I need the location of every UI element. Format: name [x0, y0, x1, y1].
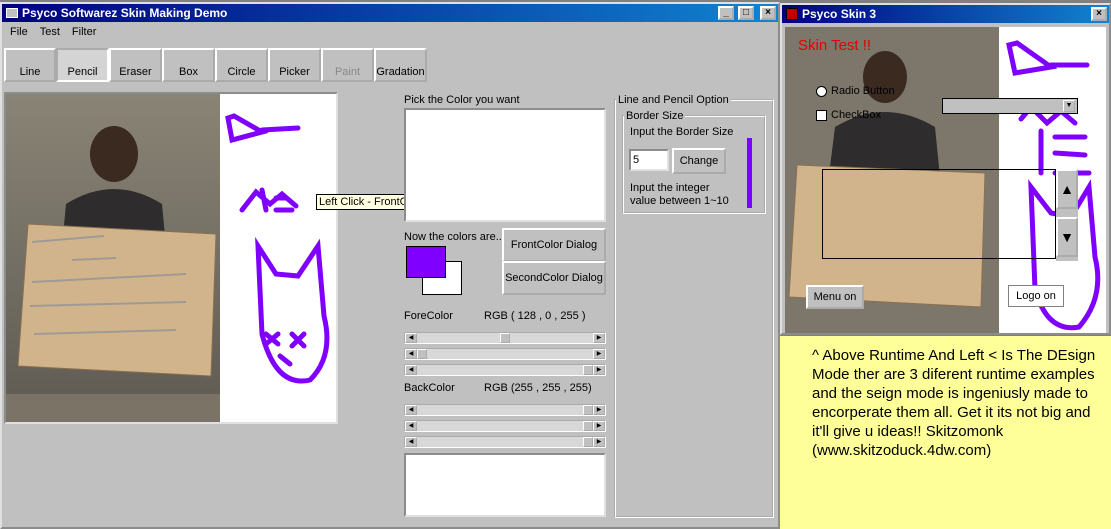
info-note-text: ^ Above Runtime And Left < Is The DEsign… [812, 347, 1096, 459]
scroll-up-button[interactable]: ▲ [1056, 169, 1078, 209]
options-title: Line and Pencil Option [618, 94, 729, 106]
radio-button[interactable]: Radio Button [816, 85, 895, 97]
fore-color-label: ForeColor [404, 310, 453, 322]
back-blue-slider[interactable]: ◀ ▶ [404, 436, 606, 448]
skin-title-bar[interactable]: Psyco Skin 3 × [782, 5, 1109, 23]
back-color-rgb: RGB (255 , 255 , 255) [484, 382, 592, 394]
tool-box[interactable]: Box [162, 48, 215, 82]
main-title-bar[interactable]: Psyco Softwarez Skin Making Demo _ □ × [2, 4, 778, 22]
fore-red-slider[interactable]: ◀ ▶ [404, 332, 606, 344]
tool-gradation[interactable]: Gradation [374, 48, 427, 82]
border-size-label: Input the Border Size [630, 126, 734, 138]
border-size-hint: Input the integer value between 1~10 [630, 182, 729, 207]
scroll-down-button[interactable]: ▼ [1056, 217, 1078, 257]
tool-line[interactable]: Line [4, 48, 56, 82]
menu-on-button[interactable]: Menu on [806, 285, 864, 309]
dropdown-arrow-icon[interactable]: ▼ [1063, 100, 1075, 112]
pick-color-label: Pick the Color you want [404, 94, 520, 106]
skin-window-title: Psyco Skin 3 [802, 7, 877, 21]
app-icon [6, 8, 18, 18]
now-colors-label: Now the colors are.. [404, 231, 502, 243]
change-button[interactable]: Change [672, 148, 726, 174]
minimize-button[interactable]: _ [718, 6, 734, 20]
checkbox-label: CheckBox [831, 109, 882, 121]
skin-app-icon [786, 8, 798, 20]
skin-close-button[interactable]: × [1091, 7, 1107, 21]
tool-bar: Line Pencil Eraser Box Circle Picker Pai… [4, 48, 427, 82]
text-area[interactable] [822, 169, 1056, 259]
front-color-dialog-button[interactable]: FrontColor Dialog [502, 228, 606, 262]
tool-eraser[interactable]: Eraser [109, 48, 162, 82]
skin-test-label: Skin Test !! [798, 37, 872, 54]
main-window-title: Psyco Softwarez Skin Making Demo [22, 6, 228, 20]
back-color-label: BackColor [404, 382, 455, 394]
maximize-button[interactable]: □ [738, 6, 754, 20]
checkbox-box-icon [816, 109, 827, 121]
color-palette[interactable] [404, 108, 606, 222]
menu-test[interactable]: Test [40, 26, 60, 38]
tool-circle[interactable]: Circle [215, 48, 268, 82]
logo-on-button[interactable]: Logo on [1008, 285, 1064, 307]
border-size-input[interactable] [629, 149, 669, 171]
menu-filter[interactable]: Filter [72, 26, 96, 38]
checkbox[interactable]: CheckBox [816, 109, 881, 121]
main-window: Psyco Softwarez Skin Making Demo _ □ × F… [0, 2, 780, 529]
border-size-title: Border Size [626, 110, 684, 122]
front-color-swatch[interactable] [406, 246, 446, 278]
info-note: ^ Above Runtime And Left < Is The DEsign… [780, 336, 1111, 529]
back-red-slider[interactable]: ◀ ▶ [404, 404, 606, 416]
second-color-dialog-button[interactable]: SecondColor Dialog [502, 261, 606, 295]
vertical-scrollbar[interactable]: ▲ ▼ [1056, 169, 1078, 261]
canvas-image [6, 94, 336, 422]
tool-pencil[interactable]: Pencil [56, 48, 109, 82]
drawing-canvas[interactable] [4, 92, 338, 424]
fore-blue-slider[interactable]: ◀ ▶ [404, 364, 606, 376]
fore-green-slider[interactable]: ◀ ▶ [404, 348, 606, 360]
fore-color-rgb: RGB ( 128 , 0 , 255 ) [484, 310, 586, 322]
radio-circle-icon [816, 85, 827, 97]
preview-box [404, 453, 606, 517]
menu-bar: File Test Filter [2, 22, 778, 40]
tool-paint: Paint [321, 48, 374, 82]
combo-box[interactable]: ▼ [942, 98, 1078, 114]
skin-window: Psyco Skin 3 × Skin Test !! Radio Button… [780, 3, 1111, 335]
radio-label: Radio Button [831, 85, 895, 97]
tool-picker[interactable]: Picker [268, 48, 321, 82]
menu-file[interactable]: File [10, 26, 28, 38]
back-green-slider[interactable]: ◀ ▶ [404, 420, 606, 432]
close-button[interactable]: × [760, 6, 776, 20]
border-preview-line [747, 138, 752, 208]
